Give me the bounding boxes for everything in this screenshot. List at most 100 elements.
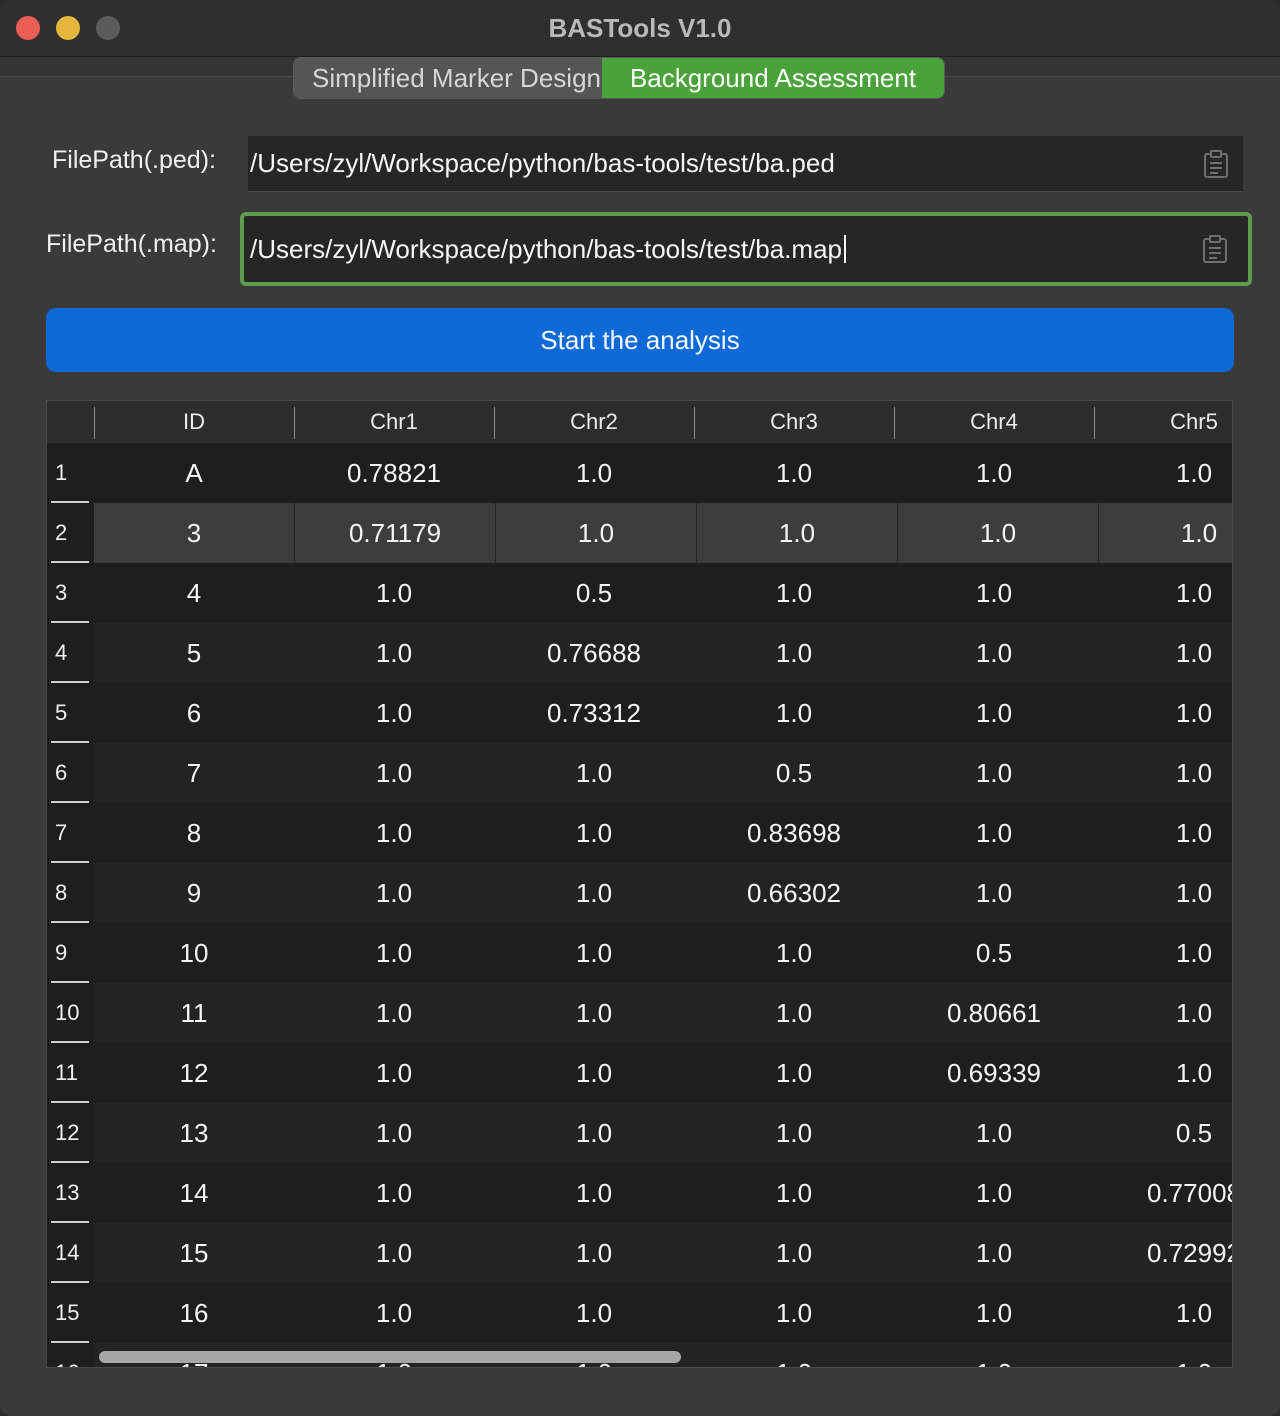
table-cell[interactable]: 1.0	[1094, 863, 1232, 923]
table-cell[interactable]: 11	[94, 983, 294, 1043]
table-cell[interactable]: 1.0	[1094, 1043, 1232, 1103]
results-table[interactable]: ID Chr1 Chr2 Chr3 Chr4 Chr5 1 A 0.78821 1.0…	[46, 400, 1233, 1368]
table-row[interactable]: 8 9 1.0 1.0 0.66302 1.0 1.0	[47, 863, 1232, 923]
table-cell[interactable]: 1.0	[694, 623, 894, 683]
row-number[interactable]: 15	[47, 1283, 94, 1343]
table-cell[interactable]: 0.80661	[894, 983, 1094, 1043]
table-cell[interactable]: 0.5	[894, 923, 1094, 983]
row-number[interactable]: 4	[47, 623, 94, 683]
table-cell[interactable]: 1.0	[694, 443, 894, 503]
table-cell[interactable]: 1.0	[494, 983, 694, 1043]
table-cell[interactable]: 6	[94, 683, 294, 743]
table-cell[interactable]: 1.0	[1094, 623, 1232, 683]
table-cell[interactable]: 1.0	[694, 1223, 894, 1283]
column-header-chr5[interactable]: Chr5	[1094, 401, 1232, 443]
table-cell[interactable]: 0.71179	[294, 503, 495, 563]
table-cell[interactable]: 1.0	[694, 1043, 894, 1103]
table-cell[interactable]: 0.5	[494, 563, 694, 623]
table-cell[interactable]: 0.78821	[294, 443, 494, 503]
table-cell[interactable]: 0.69339	[894, 1043, 1094, 1103]
table-cell[interactable]: 1.0	[894, 683, 1094, 743]
table-row[interactable]: 15 16 1.0 1.0 1.0 1.0 1.0	[47, 1283, 1232, 1343]
table-row[interactable]: 12 13 1.0 1.0 1.0 1.0 0.5	[47, 1103, 1232, 1163]
table-cell[interactable]: 8	[94, 803, 294, 863]
table-cell[interactable]: 1.0	[894, 623, 1094, 683]
row-number[interactable]: 16	[47, 1343, 94, 1367]
table-cell[interactable]: 0.72992	[1094, 1223, 1232, 1283]
table-cell[interactable]: 1.0	[1094, 563, 1232, 623]
table-cell[interactable]: 1.0	[894, 1163, 1094, 1223]
table-row[interactable]: 7 8 1.0 1.0 0.83698 1.0 1.0	[47, 803, 1232, 863]
table-cell[interactable]: 1.0	[494, 1283, 694, 1343]
table-row[interactable]: 3 4 1.0 0.5 1.0 1.0 1.0	[47, 563, 1232, 623]
start-analysis-button[interactable]: Start the analysis	[46, 308, 1234, 372]
table-cell[interactable]: 1.0	[494, 1223, 694, 1283]
table-cell[interactable]: 14	[94, 1163, 294, 1223]
table-cell[interactable]: 16	[94, 1283, 294, 1343]
column-header-chr3[interactable]: Chr3	[694, 401, 894, 443]
row-number[interactable]: 8	[47, 863, 94, 923]
table-cell[interactable]: 1.0	[894, 1343, 1094, 1367]
table-cell[interactable]: 1.0	[894, 743, 1094, 803]
table-cell[interactable]: 1.0	[494, 923, 694, 983]
table-cell[interactable]: 13	[94, 1103, 294, 1163]
clipboard-icon[interactable]	[1203, 150, 1229, 178]
table-cell[interactable]: 0.73312	[494, 683, 694, 743]
row-number[interactable]: 14	[47, 1223, 94, 1283]
table-cell[interactable]: 0.83698	[694, 803, 894, 863]
table-row[interactable]: 2 3 0.71179 1.0 1.0 1.0 1.0	[47, 503, 1232, 563]
table-cell[interactable]: 1.0	[294, 1043, 494, 1103]
table-cell[interactable]: 1.0	[894, 1103, 1094, 1163]
table-row[interactable]: 9 10 1.0 1.0 1.0 0.5 1.0	[47, 923, 1232, 983]
table-cell[interactable]: 1.0	[294, 1103, 494, 1163]
table-cell[interactable]: 9	[94, 863, 294, 923]
table-cell[interactable]: 0.66302	[694, 863, 894, 923]
table-cell[interactable]: 3	[94, 503, 294, 563]
table-cell[interactable]: 1.0	[294, 683, 494, 743]
table-cell[interactable]: 1.0	[494, 743, 694, 803]
table-cell[interactable]: 1.0	[494, 1163, 694, 1223]
table-cell[interactable]: 1.0	[694, 923, 894, 983]
map-path-input[interactable]: /Users/zyl/Workspace/python/bas-tools/te…	[240, 212, 1252, 286]
table-cell[interactable]: 1.0	[495, 503, 696, 563]
table-cell[interactable]: 1.0	[1094, 1343, 1232, 1367]
row-number[interactable]: 1	[47, 443, 94, 503]
table-row[interactable]: 11 12 1.0 1.0 1.0 0.69339 1.0	[47, 1043, 1232, 1103]
table-cell[interactable]: 1.0	[894, 863, 1094, 923]
row-number[interactable]: 6	[47, 743, 94, 803]
table-row[interactable]: 10 11 1.0 1.0 1.0 0.80661 1.0	[47, 983, 1232, 1043]
column-header-chr1[interactable]: Chr1	[294, 401, 494, 443]
row-number[interactable]: 11	[47, 1043, 94, 1103]
table-cell[interactable]: 1.0	[294, 803, 494, 863]
table-cell[interactable]: 4	[94, 563, 294, 623]
table-cell[interactable]: 15	[94, 1223, 294, 1283]
table-row[interactable]: 6 7 1.0 1.0 0.5 1.0 1.0	[47, 743, 1232, 803]
table-cell[interactable]: 1.0	[894, 443, 1094, 503]
column-header-chr2[interactable]: Chr2	[494, 401, 694, 443]
table-cell[interactable]: 0.5	[694, 743, 894, 803]
table-cell[interactable]: A	[94, 443, 294, 503]
table-cell[interactable]: 1.0	[1094, 803, 1232, 863]
row-number[interactable]: 3	[47, 563, 94, 623]
table-cell[interactable]: 0.76688	[494, 623, 694, 683]
table-cell[interactable]: 1.0	[694, 1283, 894, 1343]
table-cell[interactable]: 1.0	[894, 563, 1094, 623]
table-cell[interactable]: 10	[94, 923, 294, 983]
horizontal-scrollbar[interactable]	[99, 1351, 681, 1363]
table-cell[interactable]: 1.0	[1094, 923, 1232, 983]
table-cell[interactable]: 1.0	[694, 983, 894, 1043]
ped-path-input[interactable]: /Users/zyl/Workspace/python/bas-tools/te…	[248, 136, 1243, 192]
row-number[interactable]: 13	[47, 1163, 94, 1223]
table-cell[interactable]: 1.0	[694, 563, 894, 623]
table-cell[interactable]: 1.0	[294, 623, 494, 683]
table-row[interactable]: 5 6 1.0 0.73312 1.0 1.0 1.0	[47, 683, 1232, 743]
table-row[interactable]: 4 5 1.0 0.76688 1.0 1.0 1.0	[47, 623, 1232, 683]
table-cell[interactable]: 0.5	[1094, 1103, 1232, 1163]
column-header-chr4[interactable]: Chr4	[894, 401, 1094, 443]
table-cell[interactable]: 1.0	[294, 563, 494, 623]
table-cell[interactable]: 1.0	[494, 1103, 694, 1163]
table-cell[interactable]: 1.0	[494, 863, 694, 923]
row-number[interactable]: 12	[47, 1103, 94, 1163]
row-number[interactable]: 9	[47, 923, 94, 983]
table-cell[interactable]: 1.0	[1094, 443, 1232, 503]
